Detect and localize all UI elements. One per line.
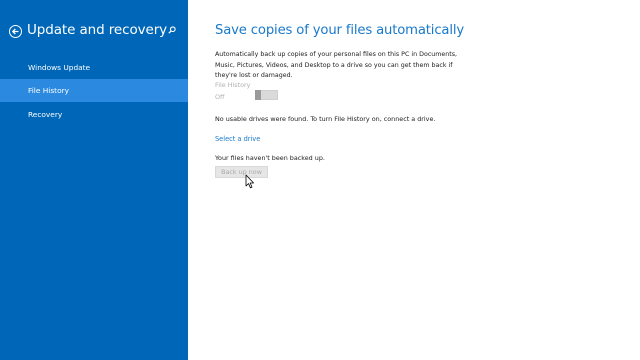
toggle-knob (255, 90, 261, 100)
mouse-cursor-icon (245, 174, 254, 189)
search-icon[interactable] (168, 26, 176, 34)
file-history-toggle[interactable] (255, 90, 278, 100)
page-title: Save copies of your files automatically (215, 23, 465, 38)
main-content: Save copies of your files automatically … (188, 0, 640, 360)
sidebar-item-label: File History (28, 86, 70, 95)
sidebar-item-recovery[interactable]: Recovery (0, 103, 188, 126)
sidebar-item-label: Recovery (28, 110, 63, 119)
back-arrow-circle-icon[interactable] (9, 25, 22, 38)
sidebar-title: Update and recovery (27, 22, 168, 38)
file-history-state: Off (215, 93, 225, 101)
back-up-now-button[interactable]: Back up now (215, 166, 268, 178)
no-drives-message: No usable drives were found. To turn Fil… (215, 115, 436, 123)
file-history-label: File History (215, 81, 251, 89)
sidebar: Update and recovery Windows Update File … (0, 0, 188, 360)
sidebar-item-file-history[interactable]: File History (0, 79, 188, 102)
sidebar-item-windows-update[interactable]: Windows Update (0, 56, 188, 79)
select-drive-link[interactable]: Select a drive (215, 135, 260, 143)
backup-status-text: Your files haven't been backed up. (215, 154, 325, 162)
sidebar-item-label: Windows Update (28, 63, 91, 72)
description-text: Automatically back up copies of your per… (215, 51, 458, 79)
